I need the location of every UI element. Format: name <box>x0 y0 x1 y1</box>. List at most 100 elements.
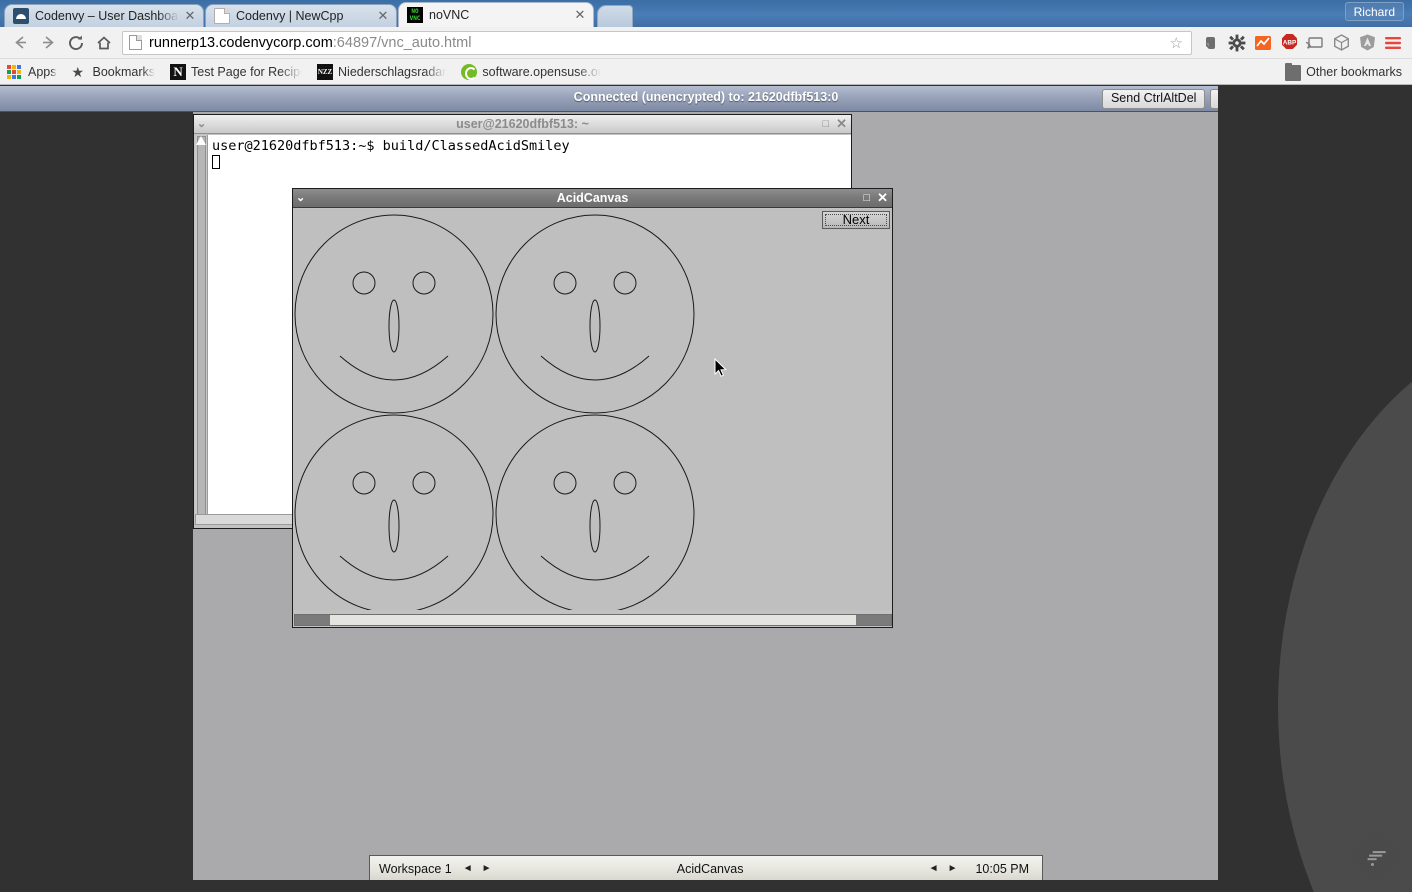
eye <box>613 471 637 495</box>
workspace-arrows: ◄ ► <box>463 863 492 874</box>
bookmark-apps[interactable]: Apps <box>7 64 57 80</box>
background-arc-decoration <box>1278 326 1412 892</box>
iconify-icon[interactable]: ⌄ <box>197 119 206 130</box>
other-bookmarks-label: Other bookmarks <box>1306 64 1402 79</box>
angularjs-batarang-icon[interactable] <box>1354 30 1380 56</box>
smiley-face <box>495 214 695 414</box>
maximize-icon[interactable]: □ <box>822 118 829 130</box>
maximize-icon[interactable]: □ <box>863 192 870 204</box>
workspace-prev-arrow-icon[interactable]: ◄ <box>463 863 473 874</box>
page-info-icon <box>129 35 142 50</box>
other-bookmarks-button[interactable]: Other bookmarks <box>1285 62 1402 81</box>
cube-extension-icon[interactable] <box>1328 30 1354 56</box>
close-icon[interactable]: ✕ <box>877 190 888 206</box>
bookmark-niederschlagsradar[interactable]: NZZ Niederschlagsradar <box>317 63 446 80</box>
n-letter-icon: N <box>170 63 187 80</box>
smiley-face <box>294 414 494 610</box>
tab-title: noVNC <box>429 8 470 22</box>
gear-extension-icon[interactable] <box>1224 30 1250 56</box>
nose <box>388 299 400 353</box>
opensuse-icon <box>461 63 478 80</box>
acidcanvas-window[interactable]: ⌄ AcidCanvas □ ✕ Next <box>292 188 893 628</box>
mouth <box>339 555 449 581</box>
star-icon: ★ <box>71 63 85 80</box>
eye <box>412 471 436 495</box>
acidcanvas-drawing-area[interactable]: Next <box>294 209 892 610</box>
cast-icon[interactable] <box>1302 30 1328 56</box>
smiley-faces-drawing <box>294 214 695 610</box>
workspace-label: Workspace 1 <box>379 861 452 876</box>
window-prev-arrow-icon[interactable]: ◄ <box>929 863 939 874</box>
bookmark-test-page[interactable]: N Test Page for Recipes <box>170 63 302 80</box>
face-outline <box>294 414 494 610</box>
window-next-arrow-icon[interactable]: ► <box>948 863 958 874</box>
browser-tab-2[interactable]: Codenvy | NewCpp ✕ <box>205 4 397 27</box>
svg-text:ABP: ABP <box>1282 40 1296 47</box>
terminal-title-bar[interactable]: ⌄ user@21620dfbf513: ~ □ ✕ <box>194 115 851 134</box>
nose <box>589 499 601 553</box>
chrome-menu-icon[interactable] <box>1380 30 1406 56</box>
browser-tab-strip: Codenvy – User Dashboard ✕ Codenvy | New… <box>0 0 1412 27</box>
tab-title: Codenvy | NewCpp <box>236 9 344 23</box>
iconify-icon[interactable]: ⌄ <box>296 193 305 204</box>
url-text: runnerp13.codenvycorp.com:64897/vnc_auto… <box>149 35 1166 51</box>
analytics-extension-icon[interactable] <box>1250 30 1276 56</box>
back-arrow-icon[interactable] <box>6 29 34 57</box>
folder-icon <box>1285 62 1302 81</box>
acidcanvas-horizontal-scrollbar[interactable] <box>294 614 892 626</box>
browser-tab-novnc[interactable]: NO VNC noVNC ✕ <box>398 2 594 27</box>
scrollbar-thumb[interactable] <box>197 136 206 522</box>
forward-arrow-icon[interactable] <box>34 29 62 57</box>
mouth <box>540 355 650 381</box>
tab-close-button[interactable]: ✕ <box>183 9 197 23</box>
tab-title: Codenvy – User Dashboard <box>35 9 179 23</box>
terminal-window-title: user@21620dfbf513: ~ <box>456 117 589 131</box>
reload-arrow-icon[interactable] <box>62 29 90 57</box>
apps-grid-icon <box>7 64 23 80</box>
novnc-icon: NO VNC <box>407 7 423 23</box>
document-icon <box>214 8 230 24</box>
acidcanvas-title-bar[interactable]: ⌄ AcidCanvas □ ✕ <box>293 189 892 208</box>
send-ctrl-alt-del-button[interactable]: Send CtrlAltDel <box>1101 89 1206 109</box>
mouse-cursor <box>714 358 727 377</box>
taskbar-clock: 10:05 PM <box>975 861 1029 876</box>
adblock-plus-icon[interactable]: ABP <box>1276 30 1302 56</box>
evernote-extension-icon[interactable] <box>1198 30 1224 56</box>
page-background-right <box>1218 86 1412 892</box>
address-bar[interactable]: runnerp13.codenvycorp.com:64897/vnc_auto… <box>122 30 1192 55</box>
bookmark-star-icon[interactable]: ☆ <box>1170 34 1183 52</box>
url-host: runnerp13.codenvycorp.com <box>149 34 333 51</box>
profile-button[interactable]: Richard <box>1344 2 1404 21</box>
tab-close-button[interactable]: ✕ <box>573 8 587 22</box>
bookmark-label: Bookmarks <box>92 64 156 79</box>
next-button-label: Next <box>842 212 870 227</box>
new-tab-button[interactable] <box>597 5 633 27</box>
page-background-left <box>0 112 193 892</box>
eye <box>553 471 577 495</box>
hscroll-segment[interactable] <box>195 514 302 525</box>
hscroll-right-knob[interactable] <box>856 615 891 625</box>
nose <box>589 299 601 353</box>
close-icon[interactable]: ✕ <box>836 116 847 132</box>
next-button[interactable]: Next <box>822 211 890 229</box>
terminal-scrollbar[interactable] <box>195 135 208 527</box>
bookmark-label: software.opensuse.org <box>482 64 602 79</box>
tab-close-button[interactable]: ✕ <box>376 9 390 23</box>
bookmark-label: Apps <box>28 64 57 79</box>
hscroll-left-knob[interactable] <box>295 615 330 625</box>
browser-tab-1[interactable]: Codenvy – User Dashboard ✕ <box>4 4 204 27</box>
taskbar-active-window-label[interactable]: AcidCanvas <box>492 862 929 876</box>
home-icon[interactable] <box>90 29 118 57</box>
terminal-cursor <box>212 155 220 169</box>
vnc-desktop-canvas[interactable]: ⌄ user@21620dfbf513: ~ □ ✕ user@21620dfb… <box>193 112 1218 880</box>
scroll-up-arrow-icon[interactable] <box>196 136 206 145</box>
workspace-next-arrow-icon[interactable]: ► <box>482 863 492 874</box>
mouth <box>339 355 449 381</box>
eye <box>412 271 436 295</box>
bookmark-opensuse[interactable]: software.opensuse.org <box>461 63 602 80</box>
eye <box>613 271 637 295</box>
screenshot-root: Codenvy – User Dashboard ✕ Codenvy | New… <box>0 0 1412 892</box>
bookmark-bookmarks[interactable]: ★ Bookmarks <box>72 64 156 80</box>
browser-toolbar: runnerp13.codenvycorp.com:64897/vnc_auto… <box>0 27 1412 59</box>
nose <box>388 499 400 553</box>
